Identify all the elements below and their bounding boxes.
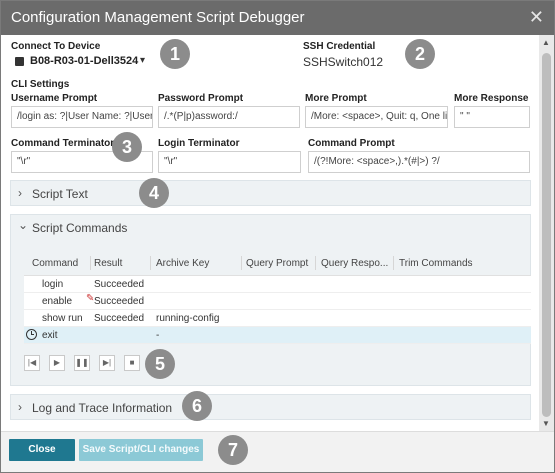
device-dropdown-caret-icon[interactable]: ▾: [140, 55, 145, 66]
table-row-active[interactable]: exit -: [24, 327, 531, 344]
play-icon[interactable]: ▶: [49, 355, 65, 371]
device-icon: [15, 57, 24, 66]
more-prompt-input[interactable]: /More: <space>, Quit: q, One lin: [305, 106, 448, 128]
table-row[interactable]: show run Succeeded running-config: [24, 310, 531, 327]
column-header-command[interactable]: Command: [32, 258, 78, 269]
script-text-panel[interactable]: › Script Text: [10, 180, 531, 206]
script-commands-panel: ⌄ Script Commands Command Result Archive…: [10, 214, 531, 386]
script-text-title: Script Text: [32, 187, 88, 201]
callout-badge: 3: [112, 132, 142, 162]
chevron-down-icon: ⌄: [18, 218, 29, 232]
pause-icon[interactable]: ❚❚: [74, 355, 90, 371]
callout-badge: 6: [182, 391, 212, 421]
cell-archive-key: running-config: [156, 313, 220, 324]
more-prompt-label: More Prompt: [305, 93, 367, 104]
ssh-credential-label: SSH Credential: [303, 41, 376, 52]
dialog-content: Connect To Device B08-R03-01-Dell3524 ▾ …: [1, 35, 539, 431]
dialog-title: Configuration Management Script Debugger: [11, 9, 305, 26]
more-response-label: More Response: [454, 93, 529, 104]
table-row[interactable]: enable ✎ Succeeded: [24, 293, 531, 310]
callout-badge: 4: [139, 178, 169, 208]
dialog-footer: Close Save Script/CLI changes 7: [1, 431, 554, 472]
password-prompt-label: Password Prompt: [158, 93, 244, 104]
script-debugger-dialog: Configuration Management Script Debugger…: [0, 0, 555, 473]
vertical-scrollbar[interactable]: ▲ ▼: [539, 35, 554, 431]
log-trace-panel[interactable]: › Log and Trace Information: [10, 394, 531, 420]
callout-badge: 7: [218, 435, 248, 465]
column-divider: [150, 256, 151, 270]
cell-result: Succeeded: [94, 279, 145, 290]
cli-settings-label: CLI Settings: [11, 79, 70, 90]
close-icon[interactable]: ✕: [529, 7, 544, 28]
clock-icon: [26, 329, 37, 340]
command-prompt-label: Command Prompt: [308, 138, 395, 149]
login-terminator-input[interactable]: "\r": [158, 151, 301, 173]
column-header-query-response[interactable]: Query Respo...: [321, 258, 388, 269]
column-header-result[interactable]: Result: [94, 258, 122, 269]
column-header-trim-commands[interactable]: Trim Commands: [399, 258, 473, 269]
cell-result: Succeeded: [94, 313, 145, 324]
device-name[interactable]: B08-R03-01-Dell3524: [30, 55, 138, 67]
cell-archive-key: -: [156, 330, 160, 341]
scroll-down-icon[interactable]: ▼: [542, 419, 550, 428]
password-prompt-input[interactable]: /.*(P|p)assword:/: [158, 106, 300, 128]
connect-device-label: Connect To Device: [11, 41, 101, 52]
scrollbar-thumb[interactable]: [542, 53, 551, 417]
ssh-credential-value: SSHSwitch012: [303, 55, 384, 69]
callout-badge: 1: [160, 39, 190, 69]
log-trace-header[interactable]: › Log and Trace Information: [11, 395, 530, 421]
column-divider: [90, 256, 91, 270]
cell-command: show run: [42, 313, 83, 324]
script-commands-grid: Command Result Archive Key Query Prompt …: [24, 250, 531, 344]
command-prompt-input[interactable]: /(?!More: <space>,).*(#|>) ?/: [308, 151, 530, 173]
script-commands-title: Script Commands: [32, 221, 128, 235]
cell-result: Succeeded: [94, 296, 145, 307]
title-bar: Configuration Management Script Debugger…: [1, 1, 554, 35]
table-row[interactable]: login Succeeded: [24, 276, 531, 293]
column-header-query-prompt[interactable]: Query Prompt: [246, 258, 308, 269]
cell-command: exit: [42, 330, 58, 341]
more-response-input[interactable]: " ": [454, 106, 530, 128]
cell-command: enable: [42, 296, 73, 307]
scroll-up-icon[interactable]: ▲: [542, 38, 550, 47]
step-forward-icon[interactable]: ▶|: [99, 355, 115, 371]
column-divider: [241, 256, 242, 270]
column-divider: [393, 256, 394, 270]
command-terminator-label: Command Terminator: [11, 138, 115, 149]
grid-header: Command Result Archive Key Query Prompt …: [24, 250, 531, 276]
login-terminator-label: Login Terminator: [158, 138, 240, 149]
log-trace-title: Log and Trace Information: [32, 401, 173, 415]
column-divider: [315, 256, 316, 270]
username-prompt-label: Username Prompt: [11, 93, 98, 104]
script-text-header[interactable]: › Script Text: [11, 181, 530, 207]
chevron-right-icon: ›: [18, 400, 22, 414]
cell-command: login: [42, 279, 64, 290]
chevron-right-icon: ›: [18, 186, 22, 200]
column-header-archive-key[interactable]: Archive Key: [156, 258, 209, 269]
save-script-button[interactable]: Save Script/CLI changes: [79, 439, 203, 461]
username-prompt-input[interactable]: /login as: ?|User Name: ?|User:: [11, 106, 153, 128]
stop-icon[interactable]: ■: [124, 355, 140, 371]
callout-badge: 5: [145, 349, 175, 379]
close-button[interactable]: Close: [9, 439, 75, 461]
script-commands-header[interactable]: ⌄ Script Commands: [11, 215, 530, 241]
callout-badge: 2: [405, 39, 435, 69]
step-back-icon[interactable]: |◀: [24, 355, 40, 371]
